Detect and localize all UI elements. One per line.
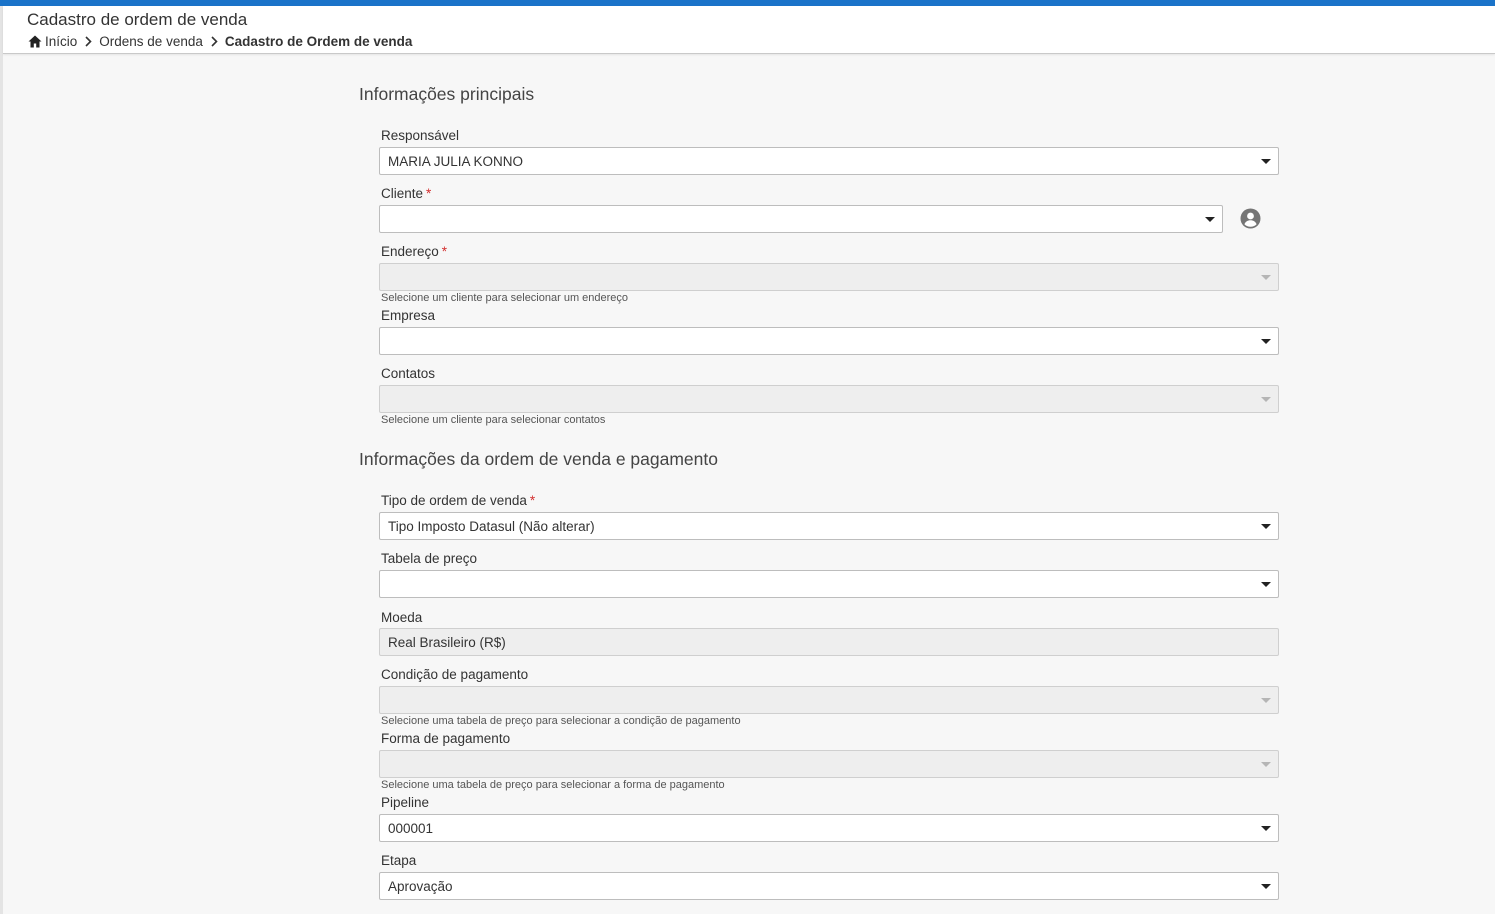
required-marker: * (529, 493, 536, 508)
contatos-select (379, 385, 1279, 413)
tabela-label: Tabela de preço (381, 551, 478, 566)
chevron-right-icon (85, 36, 92, 47)
chevron-right-icon (211, 36, 218, 47)
section-title-main: Informações principais (359, 84, 535, 104)
tipo-select[interactable]: Tipo Imposto Datasul (Não alterar) (379, 512, 1279, 540)
forma-select (379, 750, 1279, 778)
caret-down-icon (1261, 524, 1271, 529)
responsavel-select[interactable]: MARIA JULIA KONNO (379, 147, 1279, 175)
condicao-label: Condição de pagamento (381, 667, 529, 682)
required-marker: * (441, 244, 448, 259)
breadcrumb-current: Cadastro de Ordem de venda (224, 34, 413, 49)
contatos-label: Contatos (381, 366, 436, 381)
condicao-select (379, 686, 1279, 714)
moeda-value: Real Brasileiro (R$) (388, 635, 506, 650)
responsavel-label: Responsável (381, 128, 460, 143)
caret-down-icon (1261, 275, 1271, 280)
pipeline-value: 000001 (388, 821, 434, 836)
caret-down-icon (1205, 217, 1215, 222)
section-title-order: Informações da ordem de venda e pagament… (359, 449, 718, 469)
user-circle-icon[interactable] (1240, 208, 1261, 229)
breadcrumb: Início Ordens de venda Cadastro de Ordem… (28, 34, 412, 49)
left-edge (0, 6, 3, 914)
responsavel-value: MARIA JULIA KONNO (388, 154, 524, 169)
required-marker: * (426, 186, 432, 201)
page-header: Cadastro de ordem de venda Início Ordens… (3, 6, 1495, 54)
caret-down-icon (1261, 159, 1271, 164)
etapa-select[interactable]: Aprovação (379, 872, 1279, 900)
etapa-value: Aprovação (388, 879, 453, 894)
caret-down-icon (1261, 339, 1271, 344)
breadcrumb-orders[interactable]: Ordens de venda (99, 34, 203, 49)
pipeline-label: Pipeline (381, 795, 430, 810)
caret-down-icon (1261, 826, 1271, 831)
tipo-value: Tipo Imposto Datasul (Não alterar) (388, 519, 595, 534)
empresa-select[interactable] (379, 327, 1279, 355)
pipeline-select[interactable]: 000001 (379, 814, 1279, 842)
forma-label: Forma de pagamento (381, 731, 511, 746)
caret-down-icon (1261, 698, 1271, 703)
endereco-select (379, 263, 1279, 291)
cliente-select[interactable] (379, 205, 1223, 233)
forma-hint: Selecione uma tabela de preço para selec… (381, 779, 725, 791)
endereco-hint: Selecione um cliente para selecionar um … (381, 292, 629, 304)
endereco-label: Endereço * (381, 244, 448, 259)
condicao-hint: Selecione uma tabela de preço para selec… (381, 715, 741, 727)
home-icon (28, 35, 42, 48)
breadcrumb-home-label: Início (45, 34, 78, 49)
moeda-label: Moeda (381, 610, 423, 625)
tipo-label: Tipo de ordem de venda * (381, 493, 536, 508)
tabela-select[interactable] (379, 570, 1279, 598)
caret-down-icon (1261, 884, 1271, 889)
empresa-label: Empresa (381, 308, 436, 323)
moeda-field: Real Brasileiro (R$) (379, 628, 1279, 656)
contatos-hint: Selecione um cliente para selecionar con… (381, 414, 606, 426)
cliente-label: Cliente * (381, 186, 432, 201)
caret-down-icon (1261, 397, 1271, 402)
caret-down-icon (1261, 582, 1271, 587)
breadcrumb-home[interactable]: Início (28, 34, 77, 49)
page-title: Cadastro de ordem de venda (27, 10, 248, 29)
caret-down-icon (1261, 762, 1271, 767)
etapa-label: Etapa (381, 853, 417, 868)
